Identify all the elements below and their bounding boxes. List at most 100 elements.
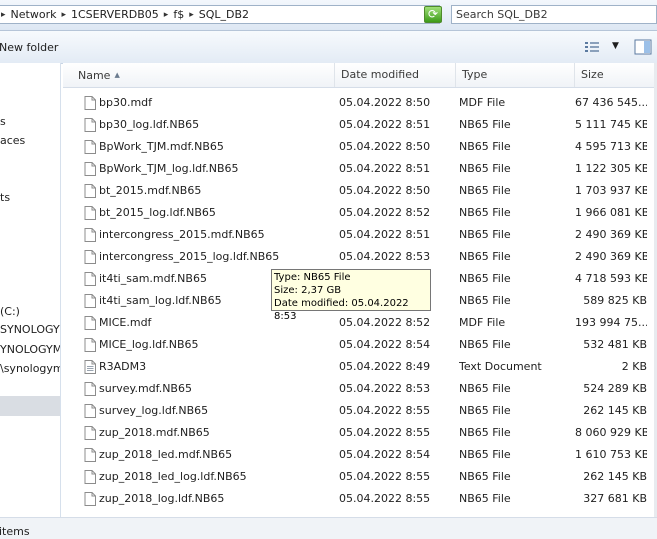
file-date-modified: 05.04.2022 8:54: [339, 448, 431, 461]
file-type: NB65 File: [459, 382, 511, 395]
file-type: NB65 File: [459, 294, 511, 307]
new-folder-button[interactable]: New folder: [0, 41, 58, 54]
file-type: NB65 File: [459, 118, 511, 131]
chevron-right-icon[interactable]: ▸: [162, 10, 171, 20]
file-row[interactable]: intercongress_2015.mdf.NB65 05.04.2022 8:…: [63, 224, 657, 246]
file-row[interactable]: bp30.mdf 05.04.2022 8:50 MDF File 67 436 54…: [63, 92, 657, 114]
file-date-modified: 05.04.2022 8:51: [339, 162, 431, 175]
file-name: intercongress_2015_log.ldf.NB65: [99, 250, 280, 263]
document-icon: [84, 470, 96, 484]
nav-item-local-disk[interactable]: (C:): [0, 305, 20, 318]
file-size: 67 436 545...: [575, 96, 647, 109]
file-size: 4 595 713 KB: [575, 140, 647, 153]
document-icon: [84, 250, 96, 264]
nav-item-network-drive[interactable]: SYNOLOGYM: [0, 323, 60, 336]
tooltip-size: Size: 2,37 GB: [274, 285, 342, 296]
file-size: 532 481 KB: [583, 338, 647, 351]
document-icon: [84, 448, 96, 462]
file-date-modified: 05.04.2022 8:50: [339, 184, 431, 197]
file-size: 1 122 305 KB: [575, 162, 647, 175]
file-name: bp30.mdf: [99, 96, 153, 109]
file-row[interactable]: bp30_log.ldf.NB65 05.04.2022 8:51 NB65 Fil…: [63, 114, 657, 136]
file-row[interactable]: R3ADM3 05.04.2022 8:49 Text Document 2 KB: [63, 356, 657, 378]
file-type: NB65 File: [459, 470, 511, 483]
file-name: bp30_log.ldf.NB65: [99, 118, 200, 131]
file-row[interactable]: BpWork_TJM_log.ldf.NB65 05.04.2022 8:51 NB…: [63, 158, 657, 180]
breadcrumb-folder[interactable]: SQL_DB2: [196, 8, 252, 21]
file-date-modified: 05.04.2022 8:50: [339, 96, 431, 109]
document-icon: [84, 162, 96, 176]
column-size[interactable]: Size: [575, 63, 657, 87]
file-date-modified: 05.04.2022 8:54: [339, 338, 431, 351]
file-date-modified: 05.04.2022 8:55: [339, 426, 431, 439]
file-row[interactable]: MICE_log.ldf.NB65 05.04.2022 8:54 NB65 Fil…: [63, 334, 657, 356]
details-view-icon[interactable]: [584, 40, 600, 54]
file-date-modified: 05.04.2022 8:55: [339, 470, 431, 483]
file-row[interactable]: zup_2018_led_log.ldf.NB65 05.04.2022 8:55…: [63, 466, 657, 488]
refresh-icon[interactable]: ⟳: [424, 6, 442, 23]
column-name-label: Name: [78, 69, 111, 82]
file-type: NB65 File: [459, 206, 511, 219]
file-type: MDF File: [459, 316, 506, 329]
view-options-chevron-icon[interactable]: ▼: [612, 41, 619, 51]
file-row[interactable]: bt_2015.mdf.NB65 05.04.2022 8:50 NB65 File…: [63, 180, 657, 202]
file-name: zup_2018_led.mdf.NB65: [99, 448, 233, 461]
file-type: NB65 File: [459, 184, 511, 197]
file-row[interactable]: survey_log.ldf.NB65 05.04.2022 8:55 NB65 F…: [63, 400, 657, 422]
file-size: 262 145 KB: [583, 404, 647, 417]
nav-item[interactable]: aces: [0, 134, 25, 147]
preview-pane-icon[interactable]: [634, 39, 652, 55]
search-input[interactable]: Search SQL_DB2: [451, 5, 657, 24]
document-icon: [84, 360, 96, 374]
sort-ascending-icon: ▲: [114, 71, 120, 79]
file-type: NB65 File: [459, 272, 511, 285]
file-row[interactable]: zup_2018_led.mdf.NB65 05.04.2022 8:54 NB65…: [63, 444, 657, 466]
nav-item[interactable]: ts: [0, 191, 10, 204]
file-tooltip: Type: NB65 File Size: 2,37 GB Date modif…: [271, 269, 431, 322]
file-row[interactable]: survey.mdf.NB65 05.04.2022 8:53 NB65 File 5…: [63, 378, 657, 400]
tooltip-date: Date modified: 05.04.2022 8:53: [274, 298, 409, 322]
column-type[interactable]: Type: [456, 63, 575, 87]
file-name: BpWork_TJM.mdf.NB65: [99, 140, 224, 153]
file-size: 262 145 KB: [583, 470, 647, 483]
file-size: 2 490 369 KB: [575, 250, 647, 263]
file-type: NB65 File: [459, 426, 511, 439]
file-date-modified: 05.04.2022 8:53: [339, 382, 431, 395]
file-type: NB65 File: [459, 404, 511, 417]
file-size: 524 289 KB: [583, 382, 647, 395]
nav-item-network-drive[interactable]: \synologymo: [0, 362, 60, 375]
file-row[interactable]: zup_2018_log.ldf.NB65 05.04.2022 8:55 NB65…: [63, 488, 657, 510]
file-name: R3ADM3: [99, 360, 147, 373]
document-icon: [84, 404, 96, 418]
column-date-modified[interactable]: Date modified: [335, 63, 456, 87]
file-date-modified: 05.04.2022 8:55: [339, 404, 431, 417]
nav-item-selected[interactable]: [0, 396, 60, 416]
document-icon: [84, 140, 96, 154]
document-icon: [84, 492, 96, 506]
document-icon: [84, 338, 96, 352]
file-date-modified: 05.04.2022 8:51: [339, 118, 431, 131]
breadcrumb-network[interactable]: Network: [8, 8, 60, 21]
file-type: NB65 File: [459, 250, 511, 263]
chevron-right-icon[interactable]: ▸: [187, 10, 196, 20]
file-name: MICE_log.ldf.NB65: [99, 338, 199, 351]
file-row[interactable]: intercongress_2015_log.ldf.NB65 05.04.202…: [63, 246, 657, 268]
document-icon: [84, 272, 96, 286]
chevron-right-icon[interactable]: ▸: [0, 10, 8, 20]
chevron-right-icon[interactable]: ▸: [59, 10, 68, 20]
nav-item[interactable]: s: [0, 115, 6, 128]
file-type: NB65 File: [459, 140, 511, 153]
breadcrumb[interactable]: ▸ Network ▸ 1CSERVERDB05 ▸ f$ ▸ SQL_DB2 …: [0, 5, 440, 24]
file-type: NB65 File: [459, 228, 511, 241]
nav-item-network-drive[interactable]: YNOLOGYMC: [0, 343, 60, 356]
column-name[interactable]: Name ▲: [63, 63, 335, 87]
file-row[interactable]: zup_2018.mdf.NB65 05.04.2022 8:55 NB65 Fil…: [63, 422, 657, 444]
file-size: 2 KB: [621, 360, 647, 373]
file-name: zup_2018_led_log.ldf.NB65: [99, 470, 247, 483]
file-row[interactable]: bt_2015_log.ldf.NB65 05.04.2022 8:52 NB65 …: [63, 202, 657, 224]
breadcrumb-share[interactable]: f$: [170, 8, 187, 21]
file-date-modified: 05.04.2022 8:49: [339, 360, 431, 373]
breadcrumb-server[interactable]: 1CSERVERDB05: [68, 8, 162, 21]
file-row[interactable]: BpWork_TJM.mdf.NB65 05.04.2022 8:50 NB65 F…: [63, 136, 657, 158]
file-name: BpWork_TJM_log.ldf.NB65: [99, 162, 239, 175]
